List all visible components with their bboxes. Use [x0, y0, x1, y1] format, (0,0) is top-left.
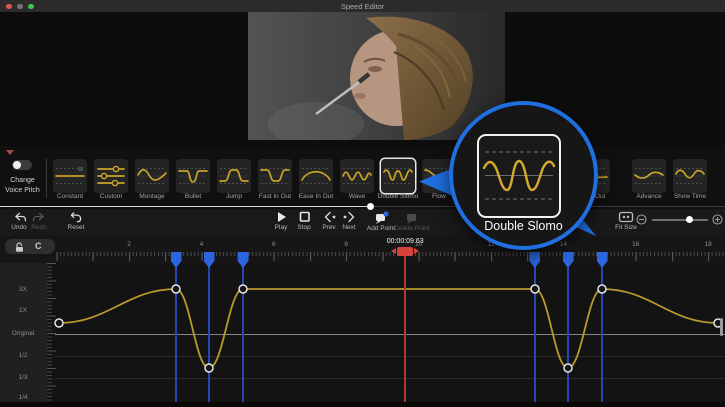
curve-point[interactable] [597, 284, 607, 294]
preset-tile-montage[interactable] [135, 159, 169, 193]
preset-curve-icon [342, 168, 372, 184]
magnifier-label: Double Slomo [484, 219, 563, 233]
zoom-slider-knob[interactable] [686, 216, 693, 223]
ruler-number: 6 [271, 241, 276, 248]
preset-curve-icon [137, 168, 167, 184]
speed-curve[interactable] [0, 263, 725, 402]
double-slomo-curve-icon [482, 151, 556, 200]
playhead-handle[interactable] [397, 247, 414, 256]
preset-curve-icon [301, 168, 331, 184]
ruler-number: 16 [632, 241, 640, 248]
playhead-step-right-icon[interactable] [414, 248, 420, 254]
preset-curve-icon [219, 168, 249, 184]
curve-point[interactable] [238, 284, 248, 294]
collapse-arrow-icon[interactable] [6, 150, 14, 155]
preset-label-custom: Custom [99, 193, 123, 200]
title-bar: Speed Editor [0, 0, 725, 12]
preset-tile-fast-in-out[interactable] [258, 159, 292, 193]
timeline-tools-pill: C [5, 239, 55, 254]
preset-tile-bullet[interactable] [176, 159, 210, 193]
preset-tile-double-slomo[interactable] [381, 159, 415, 193]
curve-mode-icon[interactable]: C [35, 241, 42, 251]
magnifier-circle: Double Slomo [449, 101, 598, 250]
preset-label-montage: Montage [139, 193, 165, 200]
preset-tile-show-time[interactable] [673, 159, 707, 193]
preset-label-ease-in-out: Ease In Out [298, 193, 334, 200]
curve-point[interactable] [204, 363, 214, 373]
curve-point[interactable] [171, 284, 181, 294]
preset-tile-advance[interactable] [632, 159, 666, 193]
ruler-number: 14 [559, 241, 567, 248]
preset-label-bullet: Bullet [184, 193, 202, 200]
voice-pitch-label-line1: Change [10, 177, 35, 184]
zoom-slider-track[interactable] [652, 219, 708, 221]
bottom-strip [0, 402, 725, 407]
curve-point[interactable] [563, 363, 573, 373]
next-button[interactable]: Next [335, 211, 363, 231]
ruler-number: 8 [344, 241, 348, 248]
panel-divider [46, 158, 47, 198]
ruler-number: 4 [199, 241, 204, 248]
graph-scrollbar-handle[interactable] [720, 318, 723, 336]
timecode: 00:00:09.63 [386, 238, 424, 245]
preset-curve-icon [55, 167, 85, 184]
stop-button[interactable]: Stop [290, 211, 318, 231]
window-title: Speed Editor [340, 1, 385, 11]
toolbar: Undo Redo Reset Play Stop Prev Next Add … [0, 209, 725, 236]
preset-scrollbar[interactable] [0, 202, 725, 210]
playhead-step-left-icon[interactable] [391, 248, 397, 254]
ruler-number: 18 [704, 241, 712, 248]
preset-curve-icon [634, 168, 664, 184]
preset-label-advance: Advance [636, 193, 662, 200]
speed-editor-window: Speed Editor Change Voice Pitch Constant… [0, 0, 725, 407]
zoom-in-icon[interactable] [712, 214, 723, 225]
preset-tile-ease-in-out[interactable] [299, 159, 333, 193]
scrollbar-knob[interactable] [367, 202, 374, 210]
voice-pitch-label-line2: Voice Pitch [5, 187, 40, 194]
voice-pitch-toggle[interactable] [12, 160, 32, 170]
curve-point[interactable] [54, 318, 64, 328]
preset-tile-jump[interactable] [217, 159, 251, 193]
reset-button[interactable]: Reset [62, 211, 90, 231]
magnified-preset-tile [477, 134, 561, 218]
zoom-out-icon[interactable] [636, 214, 647, 225]
delete-point-button[interactable]: Delete Point [390, 211, 434, 232]
preset-curve-icon [97, 165, 125, 187]
redo-button[interactable]: Redo [25, 211, 53, 231]
video-preview [248, 12, 505, 146]
preset-label-wave: Wave [348, 193, 366, 200]
playhead-line [404, 255, 406, 402]
video-frame-art [248, 12, 505, 146]
preset-curve-icon [383, 168, 413, 184]
unlock-icon[interactable] [14, 241, 25, 253]
preset-label-show-time: Show Time [673, 193, 707, 200]
ruler-number: 2 [127, 241, 131, 248]
preset-curve-icon [675, 168, 705, 184]
scrollbar-filled-track [0, 205, 370, 207]
preset-label-double-slomo: Double Slomo [377, 193, 419, 200]
preset-tile-custom[interactable] [94, 159, 128, 193]
preset-curve-icon [178, 168, 208, 184]
preset-curve-icon [260, 168, 290, 184]
preset-label-jump: Jump [226, 193, 242, 200]
preset-label-constant: Constant [56, 193, 84, 200]
preset-tile-constant[interactable] [53, 159, 87, 193]
preset-tile-wave[interactable] [340, 159, 374, 193]
toggle-knob [13, 161, 21, 169]
preset-label-fast-in-out: Fast In Out [258, 193, 292, 200]
curve-point[interactable] [530, 284, 540, 294]
